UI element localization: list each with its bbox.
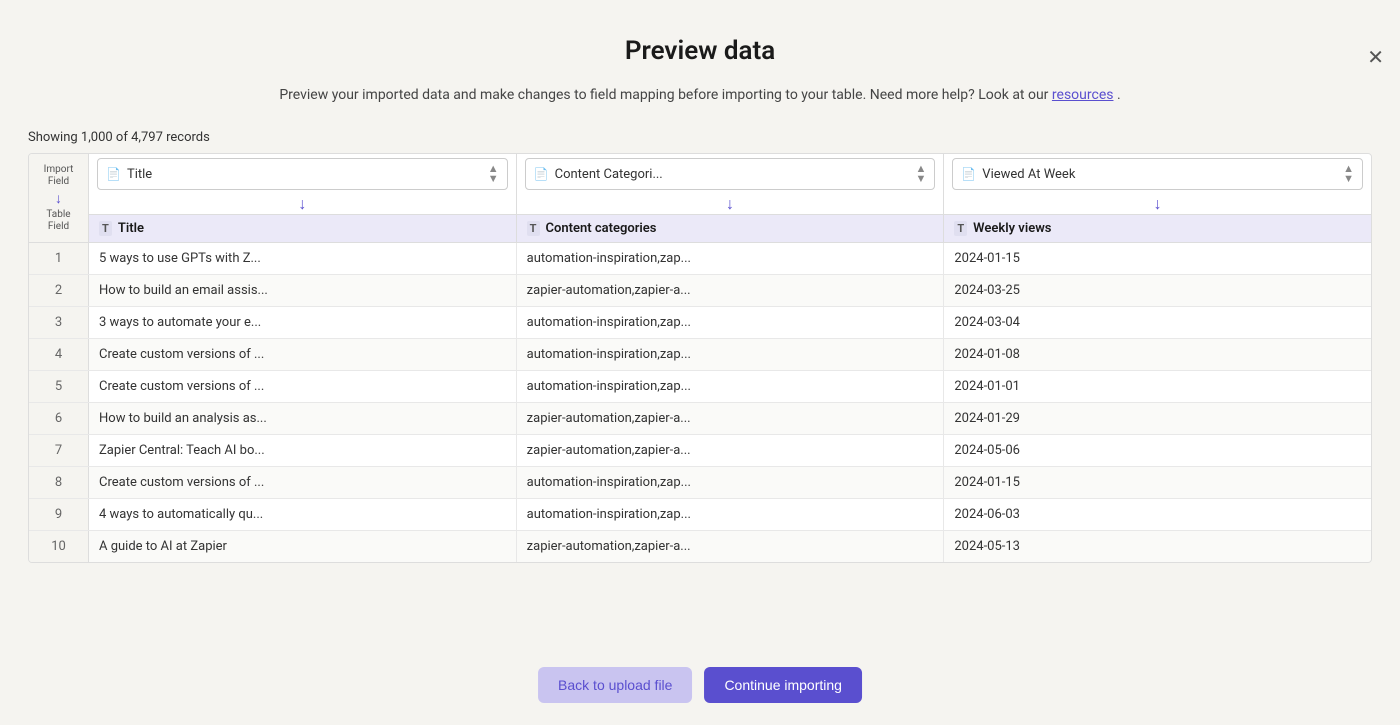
table-row: 6 How to build an analysis as... zapier-…	[29, 403, 1371, 435]
col1-down-arrow-icon: ↓	[298, 194, 306, 213]
import-field-row: ImportField ↓ TableField 📄 Title ▲▼ ↓ T …	[29, 154, 1371, 243]
title-cell: 3 ways to automate your e...	[89, 307, 517, 338]
col2-down-arrow-icon: ↓	[726, 194, 734, 213]
weekly-views-cell: 2024-01-08	[944, 339, 1371, 370]
page-title: Preview data	[0, 36, 1400, 66]
title-cell: Create custom versions of ...	[89, 339, 517, 370]
subtitle-text-after: .	[1117, 87, 1121, 103]
title-field-selector[interactable]: 📄 Title ▲▼	[97, 158, 508, 190]
categories-cell: automation-inspiration,zap...	[517, 371, 945, 402]
table-wrapper: ImportField ↓ TableField 📄 Title ▲▼ ↓ T …	[29, 154, 1371, 562]
selector-arrows-icon: ▲▼	[488, 164, 499, 184]
title-cell: 4 ways to automatically qu...	[89, 499, 517, 530]
categories-cell: automation-inspiration,zap...	[517, 243, 945, 274]
col1-table-field-text: Title	[118, 221, 144, 236]
down-arrow-icon: ↓	[55, 190, 62, 207]
row-number: 4	[29, 339, 89, 370]
weekly-views-cell: 2024-03-25	[944, 275, 1371, 306]
bottom-buttons: Back to upload file Continue importing	[538, 667, 862, 703]
row-number: 9	[29, 499, 89, 530]
table-row: 5 Create custom versions of ... automati…	[29, 371, 1371, 403]
col3-table-field-text: Weekly views	[973, 221, 1051, 236]
table-field-label: TableField	[46, 209, 70, 233]
title-cell: How to build an email assis...	[89, 275, 517, 306]
weekly-views-cell: 2024-03-04	[944, 307, 1371, 338]
categories-cell: zapier-automation,zapier-a...	[517, 403, 945, 434]
col2-table-field: T Content categories	[517, 214, 944, 242]
table-row: 9 4 ways to automatically qu... automati…	[29, 499, 1371, 531]
table-row: 4 Create custom versions of ... automati…	[29, 339, 1371, 371]
title-cell: Create custom versions of ...	[89, 371, 517, 402]
row-number: 2	[29, 275, 89, 306]
title-cell: Zapier Central: Teach AI bo...	[89, 435, 517, 466]
title-cell: 5 ways to use GPTs with Z...	[89, 243, 517, 274]
title-cell: Create custom versions of ...	[89, 467, 517, 498]
table-row: 1 5 ways to use GPTs with Z... automatio…	[29, 243, 1371, 275]
table-row: 3 3 ways to automate your e... automatio…	[29, 307, 1371, 339]
row-number: 1	[29, 243, 89, 274]
row-number: 5	[29, 371, 89, 402]
col3-down-arrow-icon: ↓	[1154, 194, 1162, 213]
col3-arrow-down: ↓	[944, 194, 1371, 214]
weekly-views-cell: 2024-01-15	[944, 243, 1371, 274]
field-doc-icon-2: 📄	[534, 167, 549, 181]
resources-link[interactable]: resources	[1052, 87, 1114, 103]
row-number: 10	[29, 531, 89, 562]
row-number: 8	[29, 467, 89, 498]
col3-table-field: T Weekly views	[944, 214, 1371, 242]
col2-type-icon: T	[527, 221, 540, 236]
col1-arrow-down: ↓	[89, 194, 516, 214]
col2-table-field-text: Content categories	[546, 221, 657, 236]
selector-arrows-icon-3: ▲▼	[1343, 164, 1354, 184]
import-field-label: ImportField	[44, 164, 74, 188]
categories-cell: zapier-automation,zapier-a...	[517, 531, 945, 562]
row-number: 3	[29, 307, 89, 338]
weekly-views-cell: 2024-01-29	[944, 403, 1371, 434]
selector-arrows-icon-2: ▲▼	[915, 164, 926, 184]
categories-cell: automation-inspiration,zap...	[517, 339, 945, 370]
title-cell: How to build an analysis as...	[89, 403, 517, 434]
col-1-import: 📄 Title ▲▼ ↓ T Title	[89, 154, 517, 242]
col3-type-icon: T	[954, 221, 967, 236]
weekly-views-cell: 2024-01-15	[944, 467, 1371, 498]
field-doc-icon-3: 📄	[961, 167, 976, 181]
data-rows-container: 1 5 ways to use GPTs with Z... automatio…	[29, 243, 1371, 562]
subtitle: Preview your imported data and make chan…	[0, 84, 1400, 106]
weekly-views-cell: 2024-05-06	[944, 435, 1371, 466]
categories-field-selector[interactable]: 📄 Content Categori... ▲▼	[525, 158, 936, 190]
col3-import-text: Viewed At Week	[982, 167, 1343, 182]
table-row: 8 Create custom versions of ... automati…	[29, 467, 1371, 499]
row-number: 7	[29, 435, 89, 466]
col-2-import: 📄 Content Categori... ▲▼ ↓ T Content cat…	[517, 154, 945, 242]
weekly-views-field-selector[interactable]: 📄 Viewed At Week ▲▼	[952, 158, 1363, 190]
weekly-views-cell: 2024-05-13	[944, 531, 1371, 562]
col1-table-field: T Title	[89, 214, 516, 242]
col-3-import: 📄 Viewed At Week ▲▼ ↓ T Weekly views	[944, 154, 1371, 242]
close-button[interactable]: ✕	[1367, 48, 1384, 68]
subtitle-text-before: Preview your imported data and make chan…	[279, 87, 1048, 103]
col1-import-text: Title	[127, 167, 488, 182]
title-cell: A guide to AI at Zapier	[89, 531, 517, 562]
import-label-col: ImportField ↓ TableField	[29, 154, 89, 242]
categories-cell: automation-inspiration,zap...	[517, 499, 945, 530]
weekly-views-cell: 2024-06-03	[944, 499, 1371, 530]
continue-importing-button[interactable]: Continue importing	[704, 667, 862, 703]
categories-cell: zapier-automation,zapier-a...	[517, 275, 945, 306]
table-row: 10 A guide to AI at Zapier zapier-automa…	[29, 531, 1371, 562]
data-table: ImportField ↓ TableField 📄 Title ▲▼ ↓ T …	[28, 153, 1372, 563]
table-row: 2 How to build an email assis... zapier-…	[29, 275, 1371, 307]
categories-cell: automation-inspiration,zap...	[517, 467, 945, 498]
row-number: 6	[29, 403, 89, 434]
table-row: 7 Zapier Central: Teach AI bo... zapier-…	[29, 435, 1371, 467]
back-to-upload-button[interactable]: Back to upload file	[538, 667, 692, 703]
field-doc-icon: 📄	[106, 167, 121, 181]
categories-cell: automation-inspiration,zap...	[517, 307, 945, 338]
records-count: Showing 1,000 of 4,797 records	[28, 130, 1400, 145]
weekly-views-cell: 2024-01-01	[944, 371, 1371, 402]
col2-import-text: Content Categori...	[555, 167, 916, 182]
categories-cell: zapier-automation,zapier-a...	[517, 435, 945, 466]
col1-type-icon: T	[99, 221, 112, 236]
col2-arrow-down: ↓	[517, 194, 944, 214]
